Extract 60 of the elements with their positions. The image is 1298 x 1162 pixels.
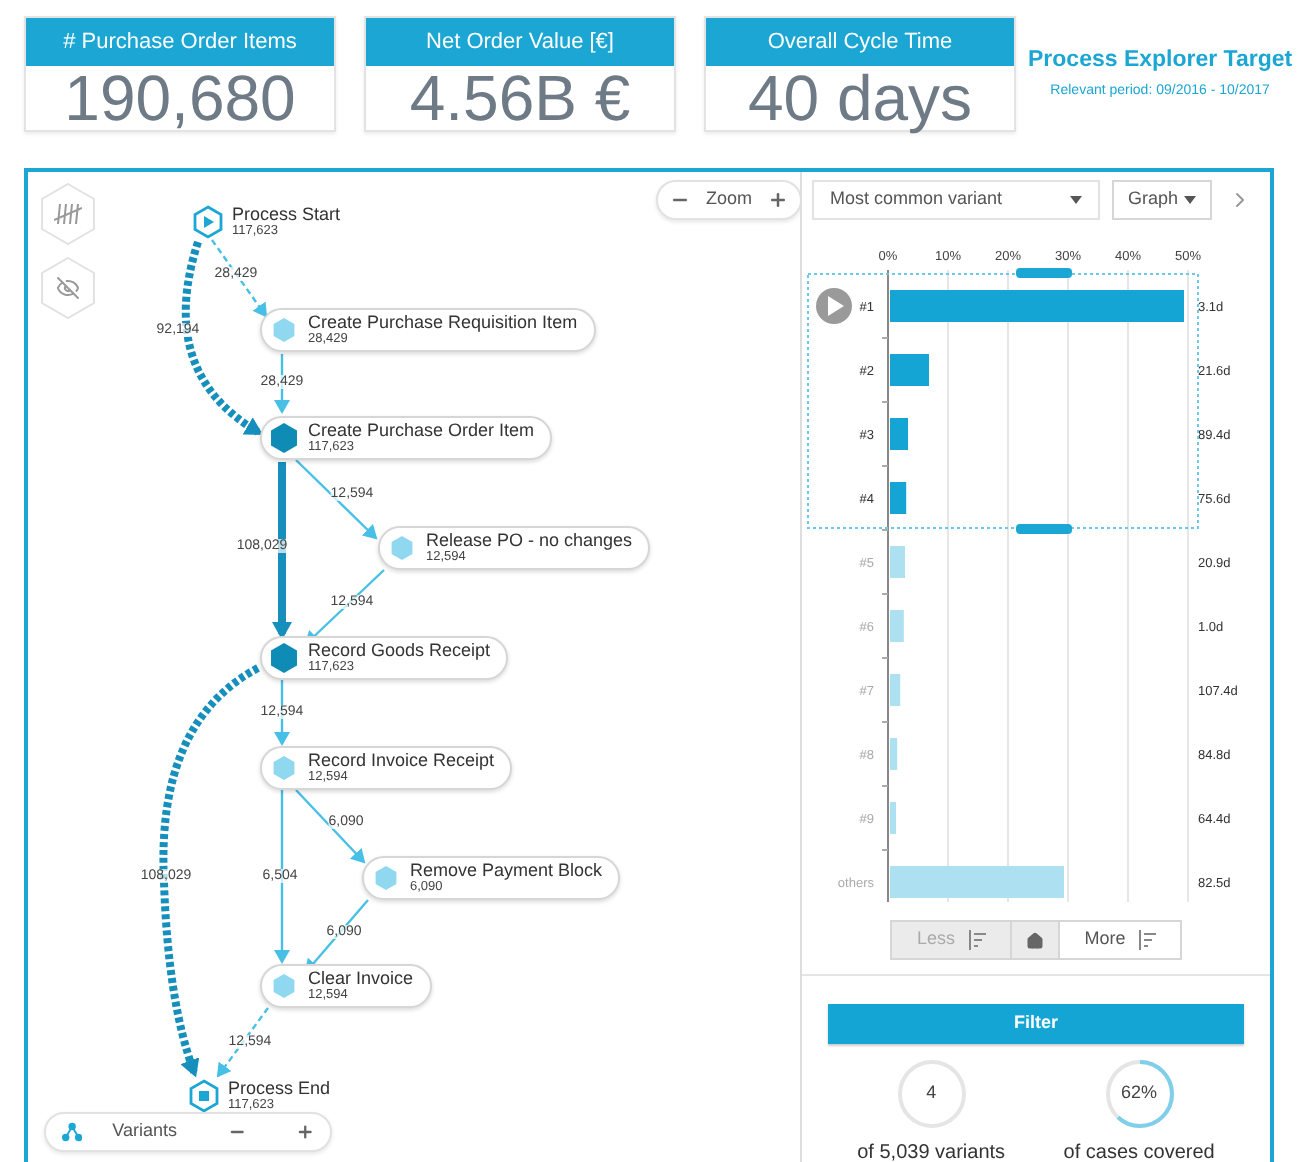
variant-bar[interactable] [890,738,898,770]
kpi-title: Overall Cycle Time [706,18,1014,66]
node-name: Record Invoice Receipt [308,751,495,770]
hexagon-icon [386,530,418,566]
node-name: Record Goods Receipt [308,641,491,660]
variant-bar[interactable] [890,482,907,514]
kpi-value: 190,680 [62,66,298,130]
sort-icon [967,930,985,950]
view-button[interactable]: Graph [1112,180,1212,220]
play-button[interactable] [816,288,852,324]
tally-button[interactable] [38,182,98,246]
node-name: Clear Invoice [308,969,414,988]
variant-bar[interactable] [890,418,908,450]
sort-icon [1137,930,1156,950]
eye-off-icon [56,276,80,300]
stat-value: 4 [926,1080,937,1107]
zoom-label: Zoom [706,186,753,213]
stat-caption: of cases covered [1063,1140,1215,1162]
node-name: Remove Payment Block [410,861,603,880]
variant-dropdown[interactable]: Most common variant [812,180,1100,220]
stat-caption: of 5,039 variants [857,1140,1006,1162]
network-icon [62,1122,83,1142]
hexagon-icon [268,312,300,348]
kpi-value: 4.56B € [407,66,633,130]
zoom-in-button[interactable] [768,190,789,210]
kpi-title: # Purchase Order Items [26,18,334,66]
home-button[interactable] [1012,922,1060,958]
dropdown-caret-icon [1184,196,1196,204]
resize-handle[interactable] [1016,524,1072,534]
edge-arrow [295,789,366,864]
node-name: Release PO - no changes [426,531,633,550]
start-icon [192,204,224,240]
node-name: Create Purchase Order Item [308,421,535,440]
add-variant-button[interactable] [295,1122,314,1142]
variant-bar[interactable] [890,866,1064,898]
variant-bar[interactable] [890,290,1184,322]
hexagon-icon [268,968,300,1004]
page-title: Process Explorer Target [1028,46,1293,76]
node-name: Create Purchase Requisition Item [308,313,578,332]
stat-value: 62% [1121,1080,1158,1107]
home-icon [1026,931,1044,949]
hexagon-icon [370,860,402,896]
kpi-value: 40 days [745,66,975,130]
dropdown-caret-icon [1070,196,1082,204]
variants-label: Variants [112,1118,178,1145]
variant-bar[interactable] [890,674,901,706]
hexagon-icon [268,640,300,676]
variant-bar[interactable] [890,610,904,642]
hexagon-icon [268,750,300,786]
visibility-button[interactable] [38,256,98,320]
variant-bar[interactable] [890,354,929,386]
variant-bar[interactable] [890,546,905,578]
tally-icon [54,204,82,224]
variant-bar[interactable] [890,802,896,834]
resize-handle[interactable] [1016,268,1072,278]
edge-arrow [295,459,378,540]
node-name: Process End [228,1079,331,1098]
node-name: Process Start [232,205,341,224]
hexagon-icon [268,420,300,456]
kpi-title: Net Order Value [€] [366,18,674,66]
